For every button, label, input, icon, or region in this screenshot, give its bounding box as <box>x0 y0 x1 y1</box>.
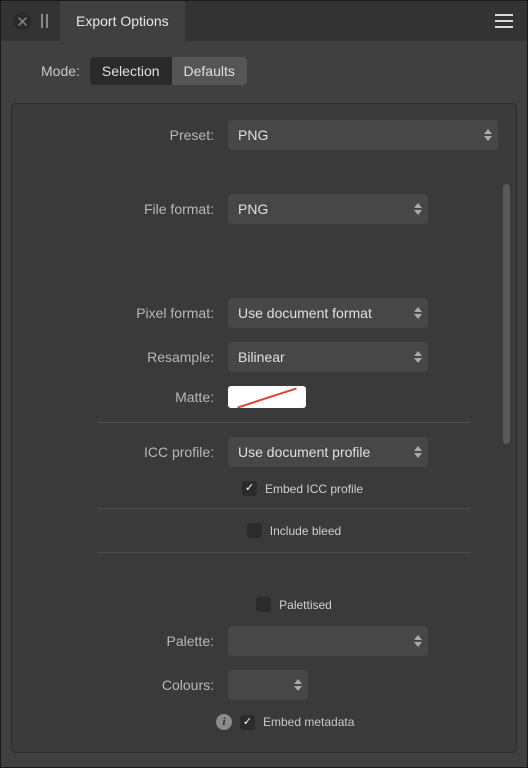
mode-row: Mode: Selection Defaults <box>41 57 517 85</box>
colours-select[interactable] <box>228 670 308 700</box>
divider <box>98 422 470 423</box>
icc-profile-select[interactable]: Use document profile <box>228 437 428 467</box>
scrollbar-thumb[interactable] <box>503 184 510 444</box>
pixel-format-label: Pixel format: <box>28 305 228 321</box>
divider <box>98 552 470 553</box>
palette-select[interactable] <box>228 626 428 656</box>
matte-row: Matte: <box>28 386 500 408</box>
info-icon[interactable]: i <box>216 714 232 730</box>
palettised-checkbox[interactable] <box>256 597 271 612</box>
matte-color-swatch[interactable] <box>228 386 306 408</box>
include-bleed-checkbox[interactable] <box>247 523 262 538</box>
embed-metadata-row: i Embed metadata <box>216 714 500 730</box>
file-format-value: PNG <box>238 201 268 217</box>
resample-value: Bilinear <box>238 349 285 365</box>
pixel-format-select[interactable]: Use document format <box>228 298 428 328</box>
stepper-icon <box>414 446 422 458</box>
palette-row: Palette: <box>28 626 500 656</box>
icc-profile-label: ICC profile: <box>28 444 228 460</box>
resample-label: Resample: <box>28 349 228 365</box>
palettised-row: Palettised <box>88 597 500 612</box>
dock-handle-icon[interactable] <box>41 14 48 28</box>
preset-value: PNG <box>238 127 268 143</box>
icc-profile-row: ICC profile: Use document profile <box>28 437 500 467</box>
mode-defaults-button[interactable]: Defaults <box>172 57 247 85</box>
stepper-icon <box>294 679 302 691</box>
close-icon[interactable] <box>13 12 31 30</box>
palette-label: Palette: <box>28 633 228 649</box>
mode-selection-button[interactable]: Selection <box>90 57 172 85</box>
colours-row: Colours: <box>28 670 500 700</box>
panel-menu-icon[interactable] <box>495 14 513 28</box>
stepper-icon <box>414 635 422 647</box>
stepper-icon <box>414 351 422 363</box>
preset-select[interactable]: PNG <box>228 120 498 150</box>
preset-row: Preset: PNG <box>28 120 500 150</box>
resample-row: Resample: Bilinear <box>28 342 500 372</box>
embed-metadata-label: Embed metadata <box>263 715 354 729</box>
file-format-label: File format: <box>28 201 228 217</box>
palettised-label: Palettised <box>279 598 332 612</box>
stepper-icon <box>484 129 492 141</box>
colours-label: Colours: <box>28 677 228 693</box>
matte-label: Matte: <box>28 389 228 405</box>
export-options-card: Preset: PNG File format: PNG <box>11 103 517 753</box>
pixel-format-row: Pixel format: Use document format <box>28 298 500 328</box>
include-bleed-row: Include bleed <box>88 523 500 538</box>
embed-icc-checkbox[interactable] <box>242 481 257 496</box>
stepper-icon <box>414 307 422 319</box>
panel-body: Mode: Selection Defaults Preset: PNG Fil… <box>1 41 527 767</box>
panel-title-tab: Export Options <box>60 1 185 41</box>
resample-select[interactable]: Bilinear <box>228 342 428 372</box>
embed-icc-row: Embed ICC profile <box>242 481 500 496</box>
preset-label: Preset: <box>28 127 228 143</box>
embed-metadata-checkbox[interactable] <box>240 715 255 730</box>
icc-profile-value: Use document profile <box>238 444 370 460</box>
panel-header: Export Options <box>1 1 527 41</box>
file-format-row: File format: PNG <box>28 194 500 224</box>
embed-icc-label: Embed ICC profile <box>265 482 363 496</box>
pixel-format-value: Use document format <box>238 305 372 321</box>
panel-title: Export Options <box>76 13 169 29</box>
include-bleed-label: Include bleed <box>270 524 341 538</box>
file-format-select[interactable]: PNG <box>228 194 428 224</box>
mode-label: Mode: <box>41 63 80 79</box>
divider <box>98 508 470 509</box>
stepper-icon <box>414 203 422 215</box>
mode-segmented-control: Selection Defaults <box>90 57 247 85</box>
